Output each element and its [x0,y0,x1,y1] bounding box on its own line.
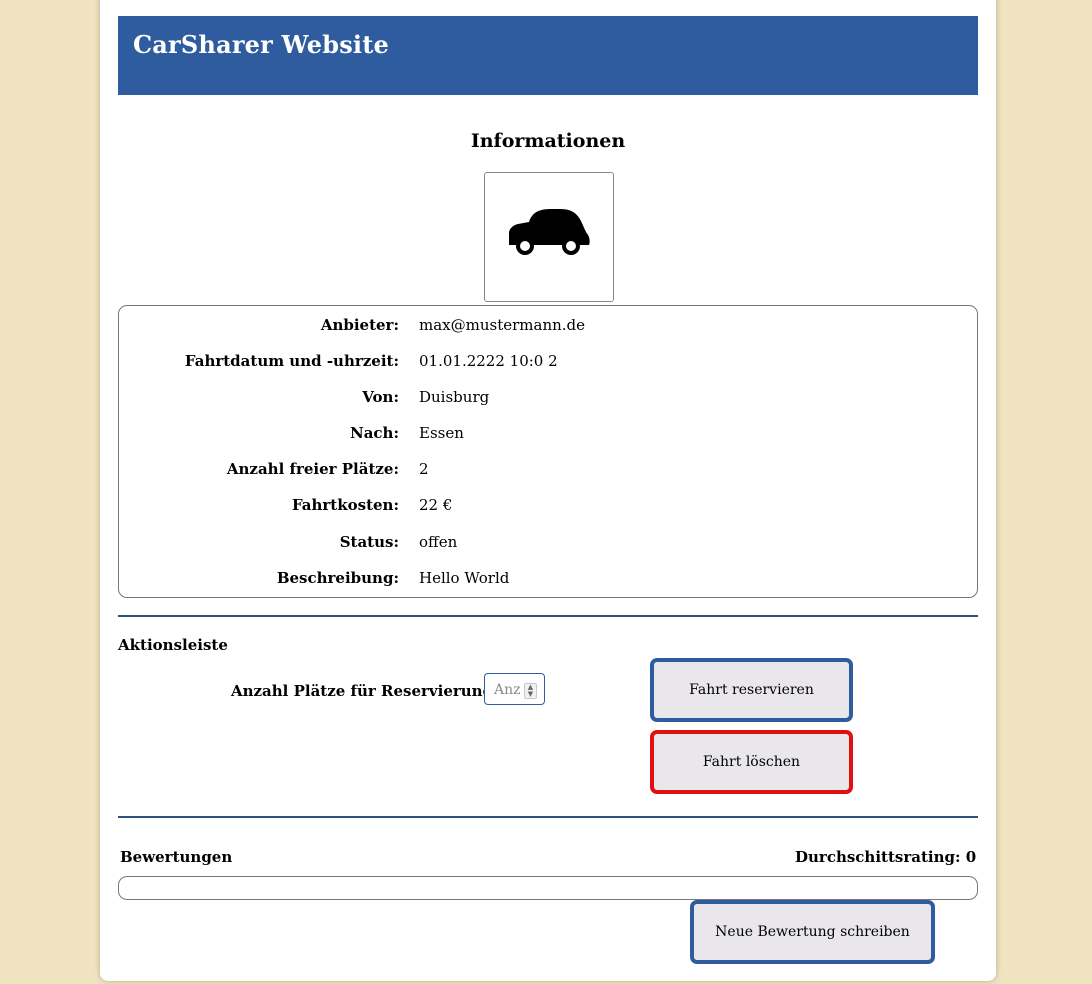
info-value: offen [419,533,458,551]
ride-info-panel: Anbieter: max@mustermann.de Fahrtdatum u… [118,305,978,598]
car-icon [509,209,590,255]
info-value: Essen [419,424,464,442]
info-value: 22 € [419,496,453,514]
info-value: 2 [419,460,429,478]
info-value: Hello World [419,569,510,587]
info-label: Fahrtkosten: [291,496,399,514]
info-value: 01.01.2222 10:0 2 [419,352,558,370]
divider [118,615,978,617]
page-card: CarSharer Website Informationen Anbieter… [100,0,996,981]
info-title: Informationen [470,130,626,152]
info-label: Von: [362,388,399,406]
info-label: Anbieter: [320,316,399,334]
info-row-free-seats: Anzahl freier Plätze: 2 [119,460,977,482]
info-row-cost: Fahrtkosten: 22 € [119,496,977,518]
info-label: Fahrtdatum und -uhrzeit: [184,352,399,370]
info-row-to: Nach: Essen [119,424,977,446]
site-header: CarSharer Website [118,16,978,95]
car-image [484,172,614,302]
actions-title: Aktionsleiste [118,636,228,654]
site-title: CarSharer Website [133,30,389,59]
new-review-button[interactable]: Neue Bewertung schreiben [690,900,935,964]
info-label: Anzahl freier Plätze: [226,460,399,478]
spinner-icon[interactable]: ▲ ▼ [524,683,537,699]
reserve-ride-button[interactable]: Fahrt reservieren [650,658,853,722]
reservation-seats-placeholder: Anz [494,682,521,698]
info-value: max@mustermann.de [419,316,586,334]
delete-ride-label: Fahrt löschen [702,754,801,770]
delete-ride-button[interactable]: Fahrt löschen [650,730,853,794]
info-row-description: Beschreibung: Hello World [119,569,977,591]
reservation-label: Anzahl Plätze für Reservierung: [231,682,499,700]
info-row-from: Von: Duisburg [119,388,977,410]
info-label: Status: [339,533,399,551]
ratings-list [118,876,978,900]
reservation-seats-input[interactable]: Anz ▲ ▼ [484,673,545,705]
info-value: Duisburg [419,388,490,406]
ratings-title: Bewertungen [120,848,233,866]
reserve-ride-label: Fahrt reservieren [689,682,814,698]
divider [118,816,978,818]
average-rating: Durchschittsrating: 0 [795,848,977,866]
info-label: Beschreibung: [276,569,399,587]
info-row-provider: Anbieter: max@mustermann.de [119,316,977,338]
info-row-datetime: Fahrtdatum und -uhrzeit: 01.01.2222 10:0… [119,352,977,374]
info-label: Nach: [349,424,399,442]
new-review-label: Neue Bewertung schreiben [715,924,910,940]
info-row-status: Status: offen [119,533,977,555]
